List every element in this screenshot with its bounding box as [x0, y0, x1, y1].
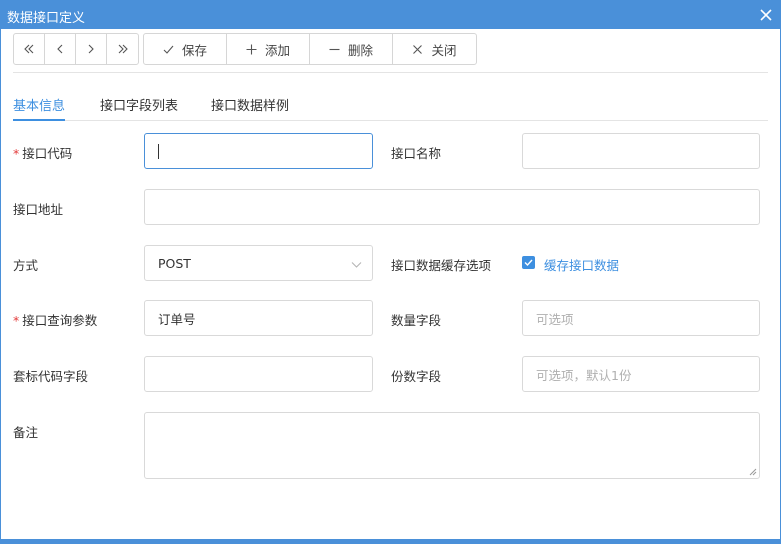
name-input[interactable] [522, 133, 760, 169]
quantity-field-label: 数量字段 [391, 313, 442, 328]
title-bar: 数据接口定义 [1, 1, 780, 29]
required-mark: * [13, 146, 20, 161]
delete-button[interactable]: 删除 [310, 34, 393, 64]
address-label: 接口地址 [13, 202, 64, 217]
tab-bar: 基本信息 接口字段列表 接口数据样例 [13, 91, 768, 121]
record-nav-group [13, 33, 139, 65]
next-icon [88, 44, 94, 54]
remark-textarea[interactable] [144, 412, 760, 479]
chevron-down-icon [351, 262, 362, 268]
window-title: 数据接口定义 [7, 11, 86, 26]
close-button[interactable]: 关闭 [393, 34, 476, 64]
delete-label: 删除 [347, 42, 373, 58]
last-page-icon [118, 44, 128, 54]
code-label: * 接口代码 [13, 146, 73, 161]
query-param-input[interactable]: 订单号 [144, 300, 373, 336]
toolbar: 保存 添加 删除 关闭 [13, 33, 477, 65]
quantity-field-placeholder: 可选项 [536, 311, 574, 327]
toolbar-divider [13, 72, 768, 73]
set-code-field-input[interactable] [144, 356, 373, 392]
previous-icon [57, 44, 63, 54]
name-label: 接口名称 [391, 146, 442, 161]
cache-label: 接口数据缓存选项 [391, 258, 492, 273]
save-button[interactable]: 保存 [144, 34, 227, 64]
set-code-field-label: 套标代码字段 [13, 369, 89, 384]
data-interface-dialog: 数据接口定义 保存 添加 删除 关闭 基本信息 接口字段列表 接口数据样例 * … [0, 0, 781, 544]
add-label: 添加 [264, 42, 290, 58]
text-cursor [158, 143, 159, 159]
add-button[interactable]: 添加 [227, 34, 310, 64]
remark-label: 备注 [13, 425, 39, 440]
cache-checkbox-label[interactable]: 缓存接口数据 [544, 255, 619, 274]
plus-icon [246, 44, 257, 54]
close-label: 关闭 [431, 42, 457, 58]
first-record-button[interactable] [14, 34, 45, 64]
method-label: 方式 [13, 258, 39, 273]
close-icon[interactable] [756, 5, 776, 25]
close-icon [413, 44, 423, 54]
copies-field-label: 份数字段 [391, 369, 442, 384]
tab-data-sample[interactable]: 接口数据样例 [211, 95, 289, 120]
cache-checkbox[interactable] [522, 256, 535, 269]
required-mark: * [13, 313, 20, 328]
next-record-button[interactable] [76, 34, 107, 64]
first-page-icon [24, 44, 34, 54]
method-select[interactable]: POST [144, 245, 373, 281]
copies-field-placeholder: 可选项，默认1份 [536, 367, 632, 383]
action-group: 保存 添加 删除 关闭 [143, 33, 477, 65]
tab-field-list[interactable]: 接口字段列表 [100, 95, 178, 120]
copies-field-input[interactable]: 可选项，默认1份 [522, 356, 760, 392]
address-input[interactable] [144, 189, 760, 225]
previous-record-button[interactable] [45, 34, 76, 64]
code-input[interactable] [144, 133, 373, 169]
query-param-label: * 接口查询参数 [13, 313, 98, 328]
quantity-field-input[interactable]: 可选项 [522, 300, 760, 336]
check-icon [524, 259, 533, 267]
method-value: POST [158, 255, 191, 271]
save-label: 保存 [181, 42, 207, 58]
minus-icon [329, 48, 340, 50]
tab-basic-info[interactable]: 基本信息 [13, 95, 66, 121]
bottom-border [1, 539, 780, 543]
last-record-button[interactable] [107, 34, 138, 64]
check-icon [163, 45, 174, 54]
resize-handle-icon[interactable] [748, 467, 757, 476]
